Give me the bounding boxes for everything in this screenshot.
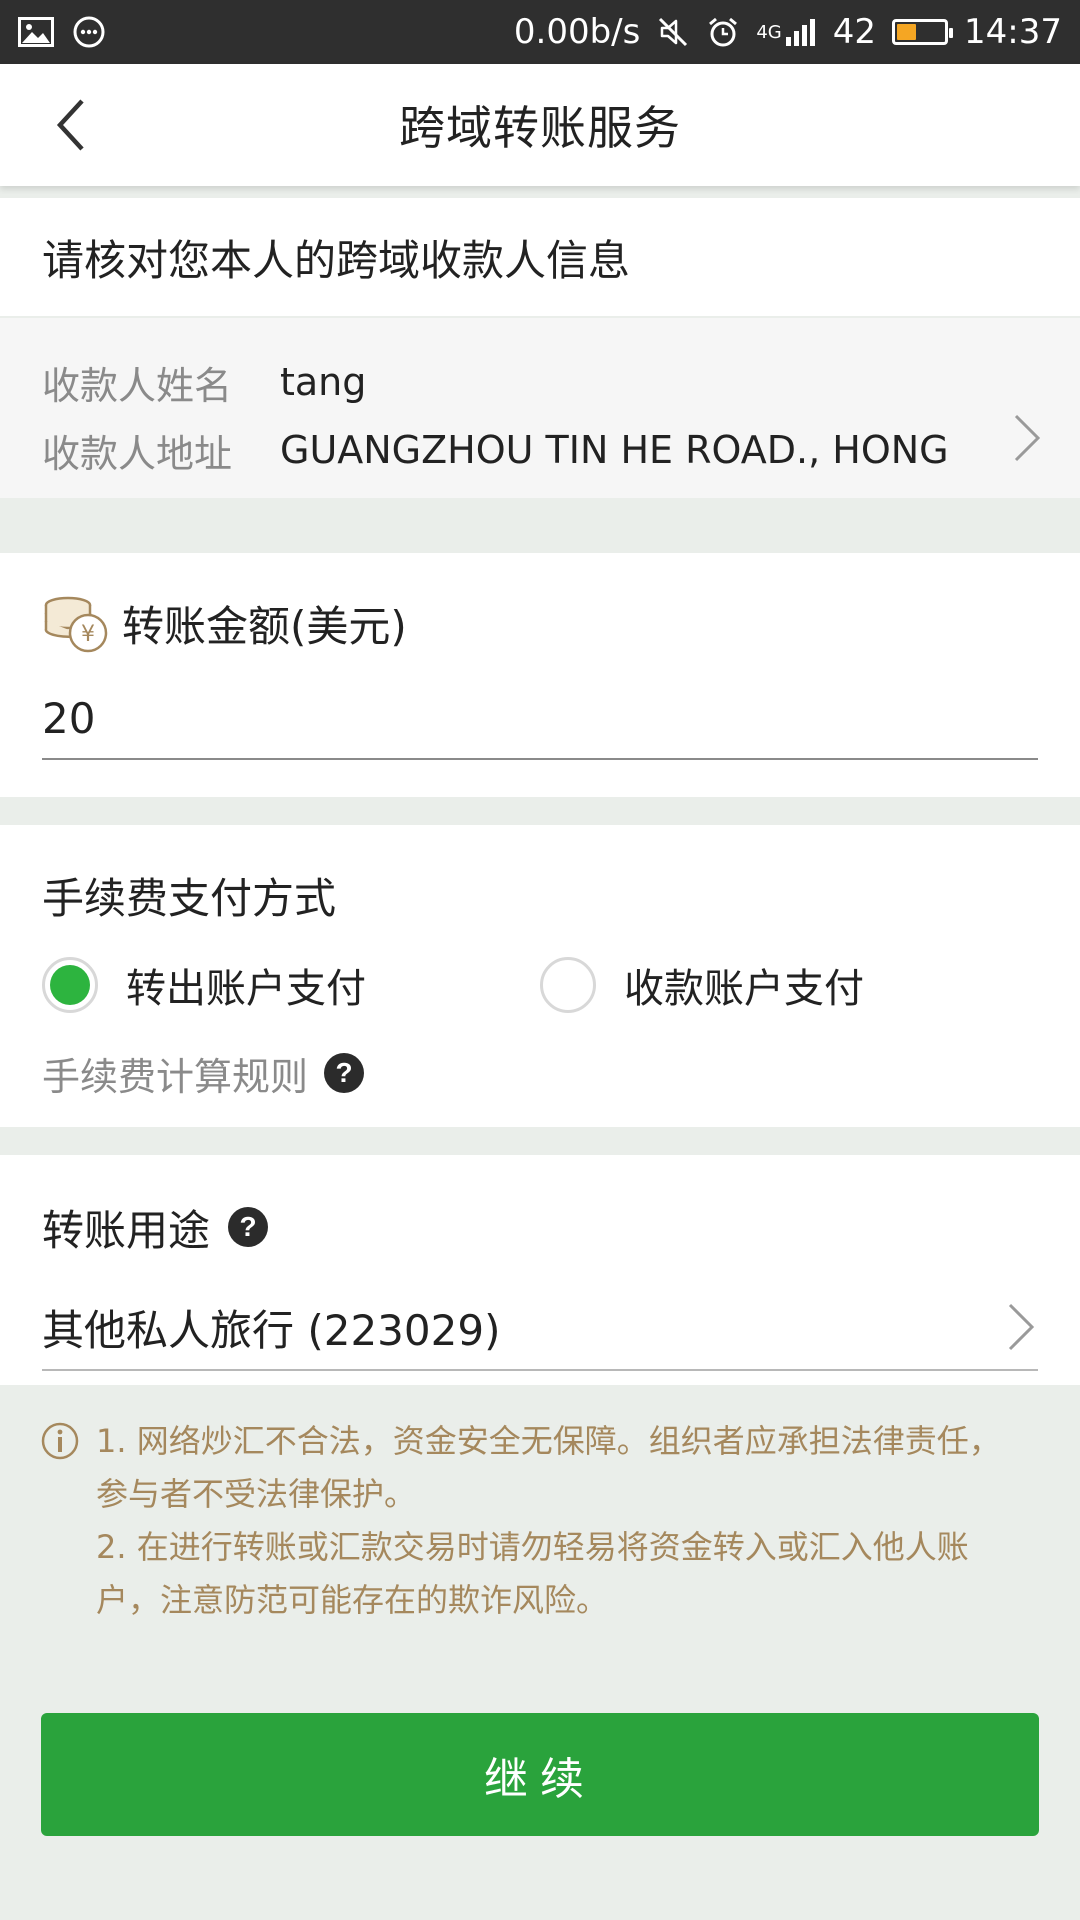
- svg-text:¥: ¥: [81, 622, 95, 647]
- help-icon[interactable]: ?: [324, 1053, 365, 1093]
- payee-address-row: 收款人地址 GUANGZHOU TIN HE ROAD., HONG: [42, 416, 1038, 484]
- payee-name-label: 收款人姓名: [42, 363, 233, 408]
- signal-icon: 4G: [756, 17, 816, 47]
- fee-section: 手续费支付方式 转出账户支付 收款账户支付 手续费计算规则 ?: [0, 825, 1080, 1127]
- coins-icon: ¥: [44, 596, 108, 652]
- status-bar: 0.00b/s 4G 42 14:37: [0, 0, 1080, 64]
- chevron-right-icon[interactable]: [1010, 410, 1044, 466]
- help-icon[interactable]: ?: [228, 1207, 269, 1247]
- fee-option-sender[interactable]: 转出账户支付: [42, 956, 540, 1014]
- purpose-label: 转账用途: [42, 1205, 211, 1255]
- fee-rule-label: 手续费计算规则: [42, 1054, 309, 1099]
- notice-line: 1. 网络炒汇不合法，资金安全无保障。组织者应承担法律责任，: [96, 1422, 1001, 1460]
- payee-address-label: 收款人地址: [42, 431, 233, 476]
- payee-name-row: 收款人姓名 tang: [42, 348, 1038, 416]
- title-bar: 跨域转账服务: [0, 64, 1080, 186]
- purpose-value: 其他私人旅行 (223029): [42, 1305, 501, 1355]
- radio-selected-icon[interactable]: [42, 957, 98, 1013]
- purpose-section: 转账用途 ? 其他私人旅行 (223029): [0, 1155, 1080, 1385]
- clock: 14:37: [964, 12, 1062, 52]
- battery-level: 42: [832, 12, 877, 52]
- risk-notice: 1. 网络炒汇不合法，资金安全无保障。组织者应承担法律责任， 参与者不受法律保护…: [40, 1415, 1040, 1627]
- amount-label: 转账金额(美元): [122, 602, 407, 651]
- message-notification-icon: [72, 15, 106, 49]
- amount-label-row: ¥ 转账金额(美元): [42, 593, 1038, 654]
- radio-unselected-icon[interactable]: [540, 957, 596, 1013]
- status-bar-right: 0.00b/s 4G 42 14:37: [514, 12, 1062, 52]
- payee-info-card[interactable]: 收款人姓名 tang 收款人地址 GUANGZHOU TIN HE ROAD.,…: [0, 318, 1080, 498]
- fee-options: 转出账户支付 收款账户支付: [42, 955, 1038, 1015]
- fee-option-receiver[interactable]: 收款账户支付: [540, 956, 1038, 1014]
- fee-option-receiver-label: 收款账户支付: [624, 966, 864, 1012]
- continue-button[interactable]: 继续: [41, 1713, 1039, 1836]
- notice-line: 户，注意防范可能存在的欺诈风险。: [96, 1581, 609, 1619]
- alarm-icon: [706, 15, 740, 49]
- page-title: 跨域转账服务: [399, 101, 681, 155]
- purpose-label-row: 转账用途 ?: [42, 1197, 1038, 1257]
- fee-option-sender-label: 转出账户支付: [126, 966, 366, 1012]
- purpose-select[interactable]: 其他私人旅行 (223029): [42, 1285, 1038, 1371]
- chevron-right-icon: [1008, 1303, 1035, 1351]
- fee-rule-link[interactable]: 手续费计算规则 ?: [42, 1045, 1038, 1101]
- notice-line: 2. 在进行转账或汇款交易时请勿轻易将资金转入或汇入他人账: [96, 1528, 969, 1566]
- net-speed: 0.00b/s: [513, 12, 641, 52]
- status-bar-left: [18, 15, 106, 49]
- amount-section: ¥ 转账金额(美元) 20: [0, 553, 1080, 797]
- battery-icon: [892, 19, 954, 45]
- amount-input[interactable]: 20: [42, 678, 1038, 760]
- info-icon: [41, 1422, 79, 1460]
- mute-icon: [656, 15, 690, 49]
- back-button[interactable]: [40, 92, 100, 158]
- notice-line: 参与者不受法律保护。: [96, 1475, 417, 1513]
- notice-text: 1. 网络炒汇不合法，资金安全无保障。组织者应承担法律责任， 参与者不受法律保护…: [96, 1415, 1001, 1627]
- fee-method-title: 手续费支付方式: [42, 873, 337, 923]
- gallery-notification-icon: [18, 17, 54, 47]
- back-arrow-icon: [56, 99, 84, 151]
- network-type: 4G: [756, 21, 782, 43]
- payee-name-value: tang: [280, 360, 367, 404]
- payee-heading: 请核对您本人的跨域收款人信息: [0, 198, 1080, 316]
- payee-address-value: GUANGZHOU TIN HE ROAD., HONG: [280, 428, 949, 472]
